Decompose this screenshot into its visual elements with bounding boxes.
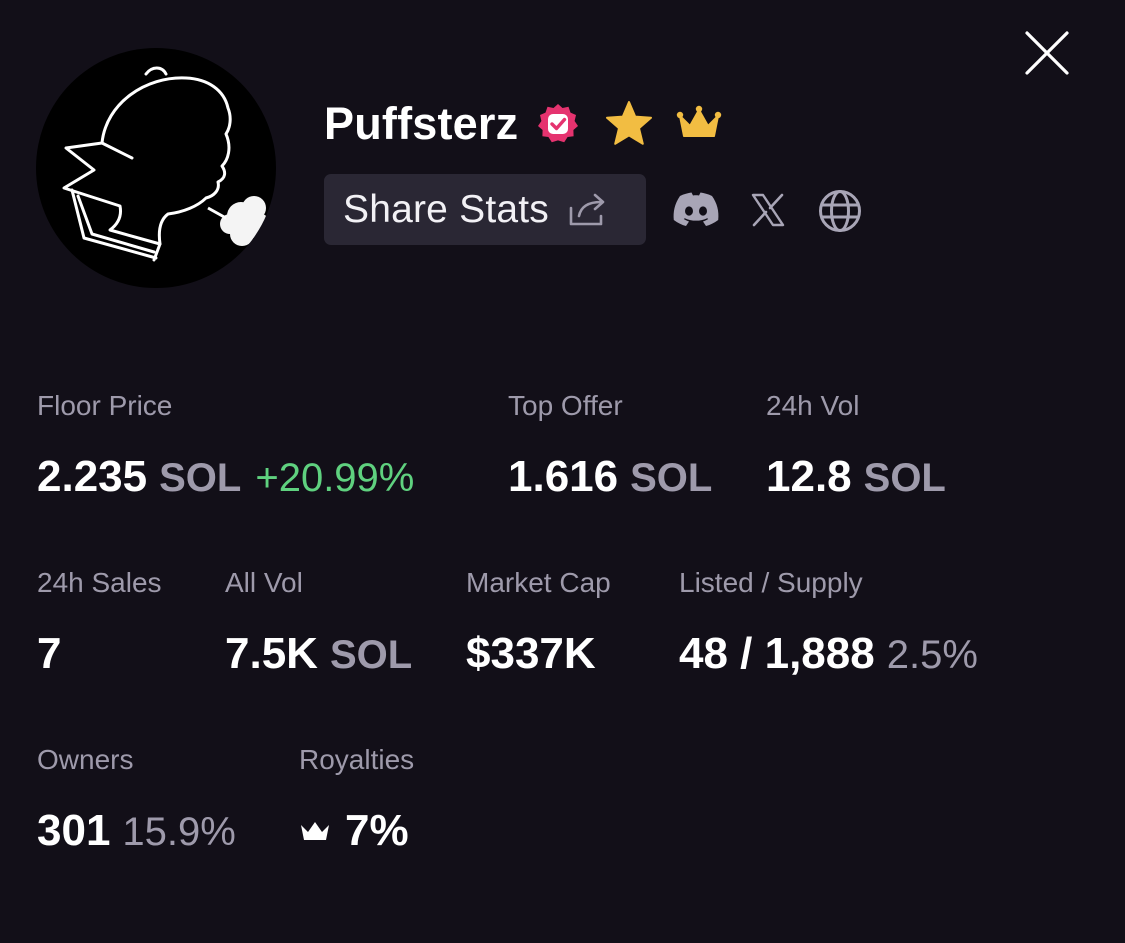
market-cap-amount: $337K xyxy=(466,629,596,678)
close-icon xyxy=(1025,31,1069,75)
top-offer-amount: 1.616 xyxy=(508,452,619,501)
owners-value: 301 15.9% xyxy=(37,806,236,856)
share-stats-button[interactable]: Share Stats xyxy=(324,174,646,245)
x-icon[interactable] xyxy=(750,192,786,228)
crown-icon xyxy=(677,105,722,137)
royalties-amount: 7% xyxy=(345,806,409,855)
royalties-label: Royalties xyxy=(299,744,415,775)
vol-24h-unit: SOL xyxy=(863,456,946,500)
market-cap-value: $337K xyxy=(466,629,596,679)
sales-24h-label: 24h Sales xyxy=(37,567,162,598)
listed-supply-label: Listed / Supply xyxy=(679,567,863,598)
floor-price-change: +20.99% xyxy=(255,456,415,500)
all-vol-unit: SOL xyxy=(329,633,413,677)
smoker-silhouette-logo xyxy=(62,66,271,262)
all-vol-amount: 7.5K xyxy=(225,629,318,678)
all-vol-label: All Vol xyxy=(225,567,303,598)
sales-24h-amount: 7 xyxy=(37,629,62,678)
sales-24h-value: 7 xyxy=(37,629,61,679)
floor-price-unit: SOL xyxy=(159,456,242,500)
all-vol-value: 7.5K SOL xyxy=(225,629,412,679)
floor-price-value: 2.235 SOL +20.99% xyxy=(37,452,414,502)
owners-percent: 15.9% xyxy=(122,810,236,854)
owners-label: Owners xyxy=(37,744,134,775)
close-button[interactable] xyxy=(1020,26,1074,80)
royalties-value: 7% xyxy=(299,806,409,856)
vol-24h-value: 12.8 SOL xyxy=(766,452,946,502)
vol-24h-label: 24h Vol xyxy=(766,390,860,421)
title-row: Puffsterz xyxy=(324,92,722,156)
listed-supply-amount: 48 / 1,888 xyxy=(679,629,875,678)
crown-icon xyxy=(301,822,329,840)
top-offer-label: Top Offer xyxy=(508,390,623,421)
top-offer-unit: SOL xyxy=(630,456,713,500)
collection-avatar xyxy=(36,48,276,288)
floor-price-amount: 2.235 xyxy=(37,452,148,501)
market-cap-label: Market Cap xyxy=(466,567,611,598)
share-stats-label: Share Stats xyxy=(343,187,549,231)
share-icon xyxy=(569,193,605,225)
listed-supply-value: 48 / 1,888 2.5% xyxy=(679,629,978,679)
owners-amount: 301 xyxy=(37,806,111,855)
floor-price-label: Floor Price xyxy=(37,390,173,421)
verified-icon xyxy=(538,104,579,143)
collection-stats-panel: Puffsterz Share Stats Floor Price 2.235 … xyxy=(0,0,1125,943)
listed-supply-percent: 2.5% xyxy=(886,633,978,677)
top-offer-value: 1.616 SOL xyxy=(508,452,712,502)
globe-icon[interactable] xyxy=(817,188,863,234)
star-icon xyxy=(606,101,653,145)
vol-24h-amount: 12.8 xyxy=(766,452,852,501)
discord-icon[interactable] xyxy=(672,190,720,230)
collection-title: Puffsterz xyxy=(324,98,519,149)
